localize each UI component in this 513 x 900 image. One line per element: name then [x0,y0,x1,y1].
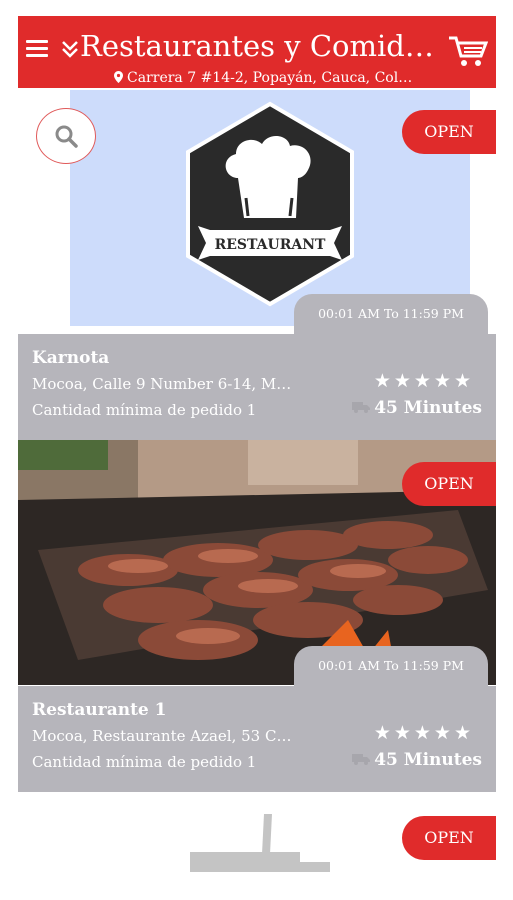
page-title[interactable]: Restaurantes y Comidas Rápidas [80,28,440,64]
star-rating: ★★★★★ [373,722,474,744]
delivery-address[interactable]: Carrera 7 #14-2, Popayán, Cauca, Colombi… [114,69,414,87]
cart-icon[interactable] [448,34,488,68]
restaurant-name: Karnota [32,348,110,368]
grill-placeholder-image [190,814,330,872]
restaurant-card[interactable]: OPEN [18,800,496,900]
opening-hours: 00:01 AM To 11:59 PM [294,646,488,690]
minimum-order: Cantidad mínima de pedido 1 [32,753,257,771]
open-status-badge: OPEN [402,816,496,860]
restaurant-address: Mocoa, Calle 9 Number 6-14, Mocoa, Putum… [32,375,292,393]
logo-text: RESTAURANT [215,237,326,253]
app-header: Restaurantes y Comidas Rápidas Carrera 7… [18,16,496,88]
star-rating: ★★★★★ [373,370,474,392]
truck-icon [352,754,371,765]
restaurant-info-panel[interactable]: Restaurante 1 Mocoa, Restaurante Azael, … [18,686,496,792]
restaurant-name: Restaurante 1 [32,700,167,720]
restaurant-info-panel[interactable]: Karnota Mocoa, Calle 9 Number 6-14, Moco… [18,334,496,440]
delivery-time: 45 Minutes [352,750,482,770]
opening-hours: 00:01 AM To 11:59 PM [294,294,488,338]
delivery-time: 45 Minutes [352,398,482,418]
hamburger-menu-icon[interactable] [26,40,48,58]
chevron-down-icon[interactable] [60,38,80,60]
open-status-badge: OPEN [402,462,496,506]
open-status-badge: OPEN [402,110,496,154]
truck-icon [352,402,371,413]
restaurant-logo-image: RESTAURANT [186,101,354,307]
restaurant-address: Mocoa, Restaurante Azael, 53 Calle, Moco… [32,727,292,745]
restaurant-card[interactable]: OPEN 00:01 AM To 11:59 PM Restaurante 1 … [18,440,496,792]
delivery-time-text: 45 Minutes [374,398,482,418]
minimum-order: Cantidad mínima de pedido 1 [32,401,257,419]
search-button[interactable] [36,108,96,164]
map-pin-icon [114,71,123,83]
delivery-time-text: 45 Minutes [374,750,482,770]
search-icon [55,125,78,148]
address-text: Carrera 7 #14-2, Popayán, Cauca, Colombi… [127,70,414,86]
